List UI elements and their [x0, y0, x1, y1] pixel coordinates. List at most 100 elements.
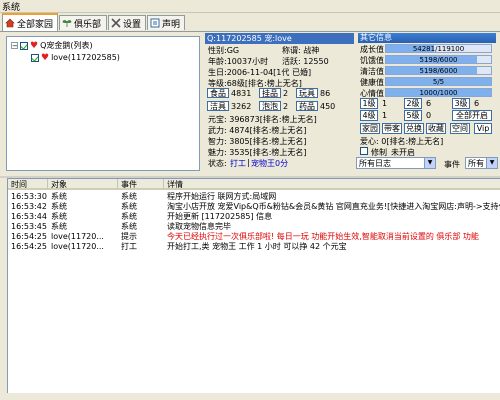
col-header-time[interactable]: 时间	[8, 179, 48, 190]
bar-text: 1000/1000	[419, 89, 458, 97]
account-tree[interactable]: − ♥ Q宠金鹅(列表) ♥ love(117202585)	[6, 36, 200, 171]
tree-root[interactable]: − ♥ Q宠金鹅(列表)	[11, 40, 93, 51]
table-row[interactable]: 16:53:45 系统 系统 读取宠物信息完毕	[8, 222, 500, 232]
statement-icon	[150, 18, 160, 28]
clean-button[interactable]: 洁具	[207, 101, 229, 111]
tab-club[interactable]: 俱乐部	[59, 15, 107, 30]
toy-count: 86	[320, 89, 331, 98]
status-work-link[interactable]: 打工	[230, 158, 246, 169]
food-button[interactable]: 食品	[207, 88, 229, 98]
table-row[interactable]: 16:54:25 love(11720... 打工 开始打工,类 宠物王 工作 …	[8, 242, 500, 252]
event-filter-select[interactable]: 所有 ▼	[465, 157, 498, 169]
tab-statement[interactable]: 声明	[147, 15, 185, 30]
chevron-down-icon[interactable]: ▼	[486, 158, 497, 168]
tree-child-checkbox[interactable]	[31, 53, 39, 62]
pet-vitality: 活跃: 12550	[282, 57, 329, 66]
cell-object: 系统	[51, 192, 67, 201]
tab-label: 声明	[162, 19, 181, 30]
tab-all-homes[interactable]: 全部家园	[2, 13, 58, 31]
cell-time: 16:53:44	[11, 212, 47, 221]
stat-label: 成长值	[360, 45, 384, 54]
tree-root-checkbox[interactable]	[20, 41, 28, 50]
dock-count: 2	[283, 89, 289, 98]
clean-bar: 5198/6000	[385, 66, 492, 75]
table-row[interactable]: 16:53:42 系统 系统 淘宝小店开放 宠爱Vip&Q币&粉钻&会员&黄钻 …	[8, 202, 500, 212]
level-5-count: 0	[426, 111, 432, 120]
table-row[interactable]: 16:53:44 系统 系统 开始更新 [117202585] 信息	[8, 212, 500, 222]
cell-event: 系统	[121, 212, 137, 221]
tree-child[interactable]: ♥ love(117202585)	[31, 52, 120, 63]
level-5-button[interactable]: 5级	[404, 110, 422, 121]
cell-time: 16:54:25	[11, 242, 47, 251]
pet-age: 年龄:10037小时	[208, 57, 269, 66]
tab-label: 设置	[123, 19, 142, 30]
dock-button[interactable]: 挂品	[259, 88, 281, 98]
tab-settings[interactable]: 设置	[108, 15, 146, 30]
pet-zhili: 智力: 3805[排名:榜上无名]	[208, 137, 307, 146]
log-filter-value: 所有日志	[359, 159, 391, 168]
love-stat: 爱心: 0[排名:榜上无名]	[360, 137, 444, 146]
pet-status-label: 状态:	[208, 159, 227, 168]
bar-text: 5198/6000	[419, 56, 458, 64]
level-1-button[interactable]: 1级	[360, 98, 378, 109]
toy-button[interactable]: 玩具	[296, 88, 318, 98]
heart-icon: ♥	[41, 52, 50, 63]
status-club-link[interactable]: 宠物王0分	[251, 158, 288, 169]
col-header-object[interactable]: 对象	[48, 179, 118, 190]
window-title: 系统	[2, 3, 21, 13]
home-button[interactable]: 家园	[360, 123, 380, 134]
cell-object: love(11720...	[51, 232, 104, 241]
tools-icon	[111, 18, 121, 28]
cultivate-checkbox[interactable]	[360, 147, 368, 155]
collapse-icon[interactable]: −	[11, 42, 18, 50]
bar-text: 5198/6000	[419, 67, 458, 75]
cell-detail: 今天已经执行过一次俱乐部啦! 每日一玩 功能开始生效,智能取消当前设置的 俱乐部…	[167, 232, 479, 241]
favorite-button[interactable]: 收藏	[426, 123, 446, 134]
tab-strip: 全部家园 俱乐部 设置 声明	[0, 13, 500, 32]
open-all-button[interactable]: 全部开启	[452, 110, 492, 121]
medicine-button[interactable]: 药品	[296, 101, 318, 111]
medicine-count: 450	[320, 102, 336, 111]
cell-object: love(11720...	[51, 242, 104, 251]
tree-root-label: Q宠金鹅(列表)	[40, 41, 93, 50]
table-row[interactable]: 16:54:25 love(11720... 提示 今天已经执行过一次俱乐部啦!…	[8, 232, 500, 242]
cell-event: 提示	[121, 232, 137, 241]
level-4-button[interactable]: 4级	[360, 110, 378, 121]
level-3-button[interactable]: 3级	[452, 98, 470, 109]
exchange-button[interactable]: 兑换	[404, 123, 424, 134]
cell-event: 系统	[121, 202, 137, 211]
cell-event: 系统	[121, 222, 137, 231]
bubble-count: 2	[283, 102, 289, 111]
event-label: 事件	[444, 160, 460, 169]
cell-detail: 淘宝小店开放 宠爱Vip&Q币&粉钻&会员&黄钻 官网直充业务![快捷进入淘宝网…	[167, 202, 500, 211]
pet-meili: 魅力: 3535[排名:榜上无名]	[208, 148, 307, 157]
space-button[interactable]: 空间	[450, 123, 470, 134]
table-row[interactable]: 16:53:30 系统 系统 程序开始运行 联网方式:局域网	[8, 192, 500, 202]
heart-icon: ♥	[30, 40, 39, 51]
stat-label: 健康值	[360, 78, 384, 87]
level-2-button[interactable]: 2级	[404, 98, 422, 109]
bubble-button[interactable]: 泡泡	[259, 101, 281, 111]
pet-birth: 生日:2006-11-04[1代 已婚]	[208, 68, 312, 77]
tree-child-label: love(117202585)	[51, 53, 120, 62]
log-filter-select[interactable]: 所有日志 ▼	[356, 157, 436, 169]
status-bar	[0, 393, 500, 400]
vip-button[interactable]: Vip	[474, 123, 492, 134]
cell-object: 系统	[51, 212, 67, 221]
cell-detail: 开始打工,类 宠物王 工作 1 小时 可以挣 42 个元宝	[167, 242, 347, 251]
hunger-bar: 5198/6000	[385, 55, 492, 64]
cell-event: 打工	[121, 242, 137, 251]
mood-bar: 1000/1000	[385, 88, 492, 97]
chevron-down-icon[interactable]: ▼	[424, 158, 435, 168]
pet-gender: 性别:GG	[208, 46, 240, 55]
col-header-event[interactable]: 事件	[118, 179, 164, 190]
cell-time: 16:54:25	[11, 232, 47, 241]
log-list[interactable]: 时间 对象 事件 详情 16:53:30 系统 系统 程序开始运行 联网方式:局…	[7, 178, 500, 394]
stat-label: 清洁值	[360, 67, 384, 76]
level-1-count: 1	[382, 99, 388, 108]
food-count: 4831	[231, 89, 252, 98]
host-button[interactable]: 带客	[382, 123, 402, 134]
cell-event: 系统	[121, 192, 137, 201]
col-header-detail[interactable]: 详情	[164, 179, 500, 190]
pet-wuli: 武力: 4874[排名:榜上无名]	[208, 126, 307, 135]
